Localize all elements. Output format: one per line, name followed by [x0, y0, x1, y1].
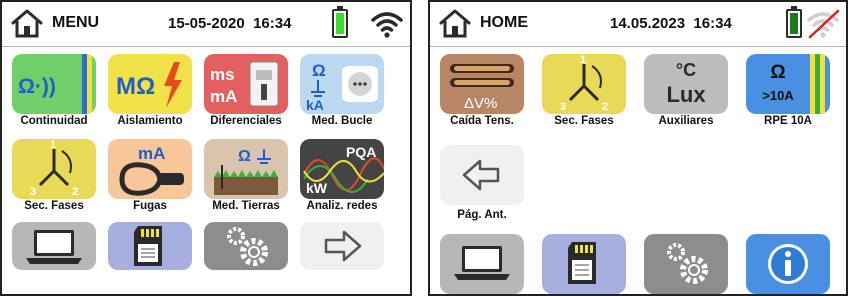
svg-text:mA: mA: [138, 144, 165, 163]
svg-text:Ω: Ω: [238, 148, 251, 165]
rpe-10a-label: RPE 10A: [764, 115, 812, 127]
divider: [430, 46, 846, 47]
memory-button[interactable]: [542, 234, 626, 294]
svg-text:MΩ: MΩ: [116, 73, 155, 100]
phase-2-label: 2: [72, 186, 78, 198]
loop-icon: Ω kA: [306, 61, 378, 113]
rpe-ohm-symbol: Ω: [770, 62, 786, 83]
power-quality-icon: PQA kW: [303, 144, 384, 196]
phase-3-label: 3: [30, 186, 36, 198]
phase-3-label: 3: [560, 101, 566, 113]
med-tierras-button[interactable]: Ω: [204, 139, 288, 199]
sec-fases-label: Sec. Fases: [554, 115, 614, 127]
screen-title: MENU: [52, 14, 100, 31]
insulation-icon: MΩ: [116, 62, 182, 108]
battery-icon: [332, 6, 348, 38]
pag-ant-label: Pág. Ant.: [457, 209, 507, 221]
settings-button[interactable]: [204, 222, 288, 270]
fugas-label: Fugas: [133, 200, 167, 212]
time: 16:34: [693, 15, 732, 32]
wifi-off-icon: [807, 9, 840, 39]
info-icon: [768, 244, 808, 284]
memory-button[interactable]: [108, 222, 192, 270]
diferenciales-label: Diferenciales: [210, 115, 282, 127]
rpe-10a-button[interactable]: Ω >10A: [746, 54, 830, 114]
date: 15-05-2020: [168, 15, 245, 32]
analiz-redes-label: Analiz. redes: [306, 200, 378, 212]
phase-1-label: 1: [580, 54, 586, 66]
arrow-left-icon: [462, 159, 500, 191]
date-time: 15-05-2020 16:34: [168, 15, 291, 32]
sec-fases-button[interactable]: 1 3 2: [542, 54, 626, 114]
laptop-icon: [454, 246, 510, 280]
diferenciales-button[interactable]: ms mA: [204, 54, 288, 114]
auxiliares-label: Auxiliares: [658, 115, 714, 127]
gear-icon: [227, 227, 268, 266]
home-screen: HOME 14.05.2023 16:34 ΔV% Caída Tens. 1 …: [428, 0, 848, 296]
med-bucle-label: Med. Bucle: [311, 115, 373, 127]
connectivity-button[interactable]: [12, 222, 96, 270]
svg-text:Ω·)): Ω·)): [18, 75, 56, 98]
voltage-drop-icon: ΔV%: [450, 64, 514, 112]
svg-text:PQA: PQA: [346, 144, 376, 160]
next-page-button[interactable]: [300, 222, 384, 270]
svg-text:ΔV%: ΔV%: [464, 95, 497, 112]
home-icon[interactable]: [10, 8, 44, 38]
phase-sequence-icon: 1 3 2: [560, 54, 608, 113]
analiz-redes-button[interactable]: PQA kW: [300, 139, 384, 199]
connectivity-button[interactable]: [440, 234, 524, 294]
divider: [2, 46, 410, 47]
pag-ant-button[interactable]: [440, 145, 524, 205]
arrow-right-icon: [324, 230, 362, 262]
sec-fases-button[interactable]: 1 3 2: [12, 139, 96, 199]
time: 16:34: [253, 15, 292, 32]
info-button[interactable]: [746, 234, 830, 294]
menu-screen: MENU 15-05-2020 16:34 Ω·)) Continuidad M…: [0, 0, 412, 296]
caida-tens-label: Caída Tens.: [450, 115, 514, 127]
aux-lux-symbol: Lux: [666, 82, 706, 107]
battery-icon: [786, 6, 802, 38]
wifi-icon: [371, 12, 403, 38]
sd-card-icon: [134, 226, 162, 266]
caida-tens-button[interactable]: ΔV%: [440, 54, 524, 114]
phase-2-label: 2: [602, 101, 608, 113]
continuity-icon: Ω·)): [18, 54, 92, 114]
svg-text:kW: kW: [306, 180, 328, 196]
settings-button[interactable]: [644, 234, 728, 294]
leakage-clamp-icon: mA: [119, 144, 184, 196]
aislamiento-button[interactable]: MΩ: [108, 54, 192, 114]
continuidad-label: Continuidad: [20, 115, 88, 127]
aux-temp-symbol: °C: [675, 60, 697, 80]
sec-fases-label: Sec. Fases: [24, 200, 84, 212]
home-icon[interactable]: [438, 8, 472, 38]
svg-text:kA: kA: [306, 97, 324, 113]
svg-text:ms: ms: [210, 65, 235, 84]
date-time: 14.05.2023 16:34: [610, 15, 732, 32]
med-bucle-button[interactable]: Ω kA: [300, 54, 384, 114]
rpe-current-symbol: >10A: [762, 88, 794, 103]
phase-1-label: 1: [50, 139, 56, 151]
svg-text:Ω: Ω: [312, 61, 326, 80]
gear-icon: [667, 243, 708, 284]
aislamiento-label: Aislamiento: [117, 115, 183, 127]
svg-text:mA: mA: [210, 87, 237, 106]
fugas-button[interactable]: mA: [108, 139, 192, 199]
rcd-icon: ms mA: [210, 61, 279, 107]
med-tierras-label: Med. Tierras: [212, 200, 280, 212]
top-bar: MENU 15-05-2020 16:34: [2, 2, 410, 46]
auxiliares-button[interactable]: °C Lux: [644, 54, 728, 114]
date: 14.05.2023: [610, 15, 686, 32]
earth-resistance-icon: Ω: [214, 148, 278, 195]
phase-sequence-icon: 1 3 2: [30, 139, 78, 198]
top-bar: HOME 14.05.2023 16:34: [430, 2, 846, 46]
laptop-icon: [26, 230, 82, 264]
screen-title: HOME: [480, 14, 528, 31]
sd-card-icon: [568, 242, 596, 284]
continuidad-button[interactable]: Ω·)): [12, 54, 96, 114]
